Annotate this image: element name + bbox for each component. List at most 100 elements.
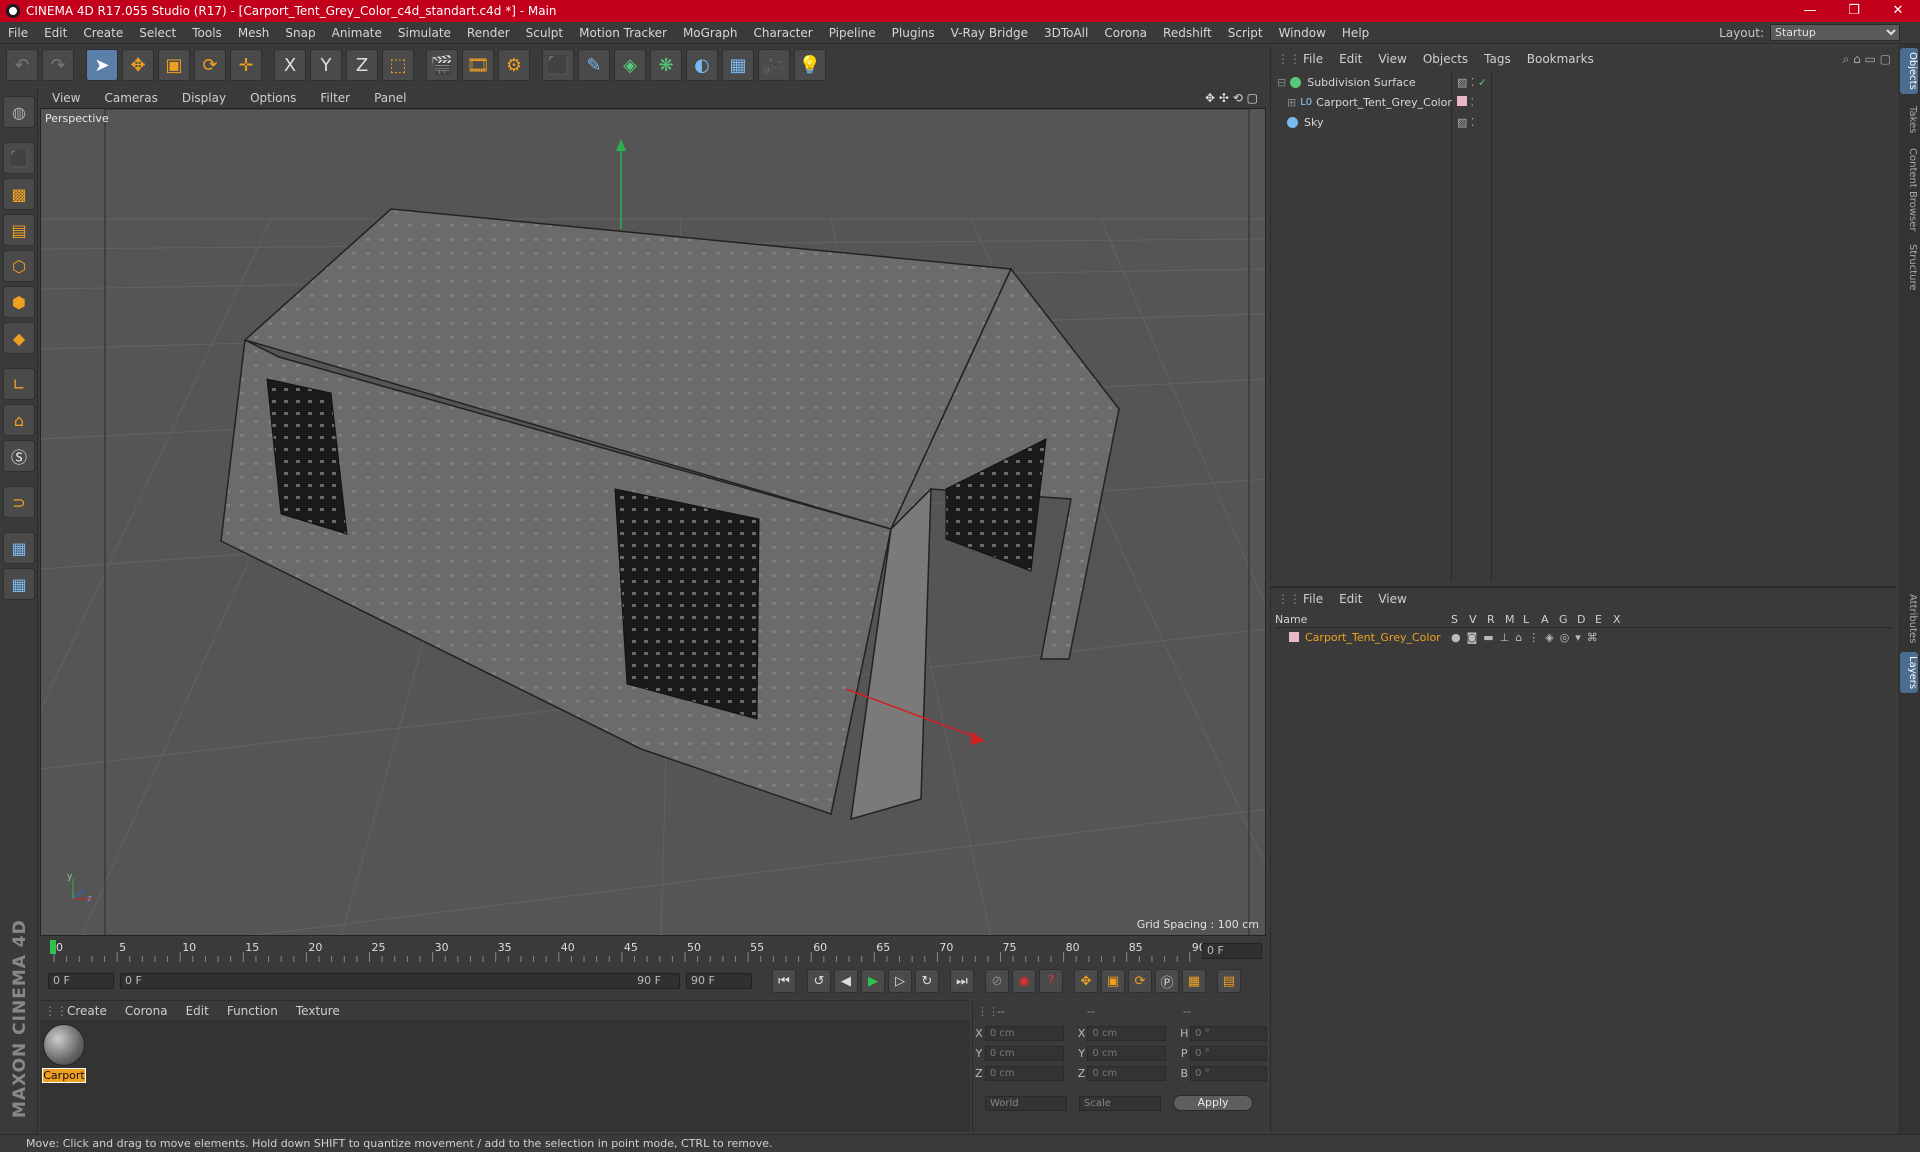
- light-icon[interactable]: 💡: [794, 49, 826, 81]
- menu-character[interactable]: Character: [745, 22, 820, 44]
- polygons-mode-icon[interactable]: ◆: [3, 322, 35, 354]
- panel-grip-icon[interactable]: ⋮⋮: [44, 1004, 68, 1018]
- menu-render[interactable]: Render: [459, 22, 518, 44]
- menu-pipeline[interactable]: Pipeline: [821, 22, 884, 44]
- layer-col-locked[interactable]: L: [1523, 613, 1541, 626]
- deformer-icon[interactable]: ◐: [686, 49, 718, 81]
- menu-help[interactable]: Help: [1334, 22, 1377, 44]
- coord-rot-h-field[interactable]: 0 °: [1190, 1025, 1267, 1041]
- menu-vray-bridge[interactable]: V-Ray Bridge: [943, 22, 1036, 44]
- key-scale-icon[interactable]: ▣: [1101, 969, 1125, 993]
- tab-content-browser[interactable]: Content Browser: [1900, 144, 1918, 235]
- menu-edit[interactable]: Edit: [36, 22, 75, 44]
- material-tag-icon[interactable]: ⁚: [1457, 95, 1474, 109]
- layer-col-view[interactable]: V: [1469, 613, 1487, 626]
- viewport-menu-display[interactable]: Display: [170, 91, 238, 105]
- layer-col-expressions[interactable]: E: [1595, 613, 1613, 626]
- layer-col-render[interactable]: R: [1487, 613, 1505, 626]
- keyframe-selection-icon[interactable]: ?: [1039, 969, 1063, 993]
- viewport-menu-cameras[interactable]: Cameras: [92, 91, 169, 105]
- undo-icon[interactable]: ↶: [6, 49, 38, 81]
- menu-motion-tracker[interactable]: Motion Tracker: [571, 22, 675, 44]
- subdivision-icon[interactable]: ◈: [614, 49, 646, 81]
- menu-corona[interactable]: Corona: [1096, 22, 1155, 44]
- start-frame-field[interactable]: 0 F: [48, 973, 114, 989]
- viewport-menu-view[interactable]: View: [40, 91, 92, 105]
- menu-plugins[interactable]: Plugins: [884, 22, 943, 44]
- menu-simulate[interactable]: Simulate: [390, 22, 459, 44]
- axis-mode-icon[interactable]: ∟: [3, 368, 35, 400]
- menu-snap[interactable]: Snap: [277, 22, 323, 44]
- timeline-window-icon[interactable]: ▤: [1217, 969, 1241, 993]
- y-axis-icon[interactable]: Y: [310, 49, 342, 81]
- render-view-icon[interactable]: 🎬: [426, 49, 458, 81]
- pen-icon[interactable]: ✎: [578, 49, 610, 81]
- expand-icon[interactable]: ⊞: [1287, 96, 1296, 109]
- menu-animate[interactable]: Animate: [324, 22, 390, 44]
- visibility-icons[interactable]: ▨ ⁚ ✓: [1457, 76, 1487, 89]
- object-menu-objects[interactable]: Objects: [1415, 52, 1476, 66]
- select-arrow-icon[interactable]: ➤: [86, 49, 118, 81]
- menu-sculpt[interactable]: Sculpt: [518, 22, 571, 44]
- previous-key-icon[interactable]: ↺: [807, 969, 831, 993]
- key-pla-icon[interactable]: ▦: [1182, 969, 1206, 993]
- texture-mode-icon[interactable]: ▩: [3, 178, 35, 210]
- object-menu-bookmarks[interactable]: Bookmarks: [1519, 52, 1602, 66]
- viewport-camera-label[interactable]: Perspective: [45, 112, 109, 125]
- tweak-mode-icon[interactable]: ⌂: [3, 404, 35, 436]
- menu-tools[interactable]: Tools: [184, 22, 230, 44]
- points-mode-icon[interactable]: ⬡: [3, 250, 35, 282]
- coord-size-y-field[interactable]: 0 cm: [1087, 1045, 1167, 1061]
- tree-row[interactable]: Sky ▨ ⁚: [1271, 112, 1897, 132]
- cloner-icon[interactable]: ❋: [650, 49, 682, 81]
- object-menu-tags[interactable]: Tags: [1476, 52, 1519, 66]
- viewport-menu-filter[interactable]: Filter: [308, 91, 362, 105]
- model-mode-icon[interactable]: ⬛: [3, 142, 35, 174]
- menu-select[interactable]: Select: [131, 22, 184, 44]
- coord-rot-p-field[interactable]: 0 °: [1190, 1045, 1267, 1061]
- previous-frame-icon[interactable]: ◀: [834, 969, 858, 993]
- floor-icon[interactable]: ▦: [722, 49, 754, 81]
- layer-col-animation[interactable]: A: [1541, 613, 1559, 626]
- layer-col-deformers[interactable]: D: [1577, 613, 1595, 626]
- next-frame-icon[interactable]: ▷: [888, 969, 912, 993]
- coordinate-system-icon[interactable]: ⬚: [382, 49, 414, 81]
- minimize-icon[interactable]: —: [1788, 0, 1832, 22]
- panel-grip-icon[interactable]: ⋮⋮: [1277, 592, 1301, 606]
- edges-mode-icon[interactable]: ⬢: [3, 286, 35, 318]
- close-icon[interactable]: ✕: [1876, 0, 1920, 22]
- timeline-ruler[interactable]: 0 5 10 15 20 25 30 35 40 45 50 55 60 65 …: [40, 938, 1266, 964]
- coord-size-x-field[interactable]: 0 cm: [1087, 1025, 1167, 1041]
- key-rotation-icon[interactable]: ⟳: [1128, 969, 1152, 993]
- layer-col-xref[interactable]: X: [1613, 613, 1631, 626]
- coord-size-z-field[interactable]: 0 cm: [1087, 1065, 1167, 1081]
- tree-row[interactable]: ⊞ L0 Carport_Tent_Grey_Color ⁚: [1271, 92, 1897, 112]
- collapse-icon[interactable]: ⊟: [1277, 76, 1286, 89]
- current-frame-field[interactable]: 0 F: [1202, 943, 1262, 959]
- layer-color-swatch[interactable]: [1289, 632, 1299, 642]
- layer-col-solo[interactable]: S: [1451, 613, 1469, 626]
- panel-grip-icon[interactable]: ⋮⋮: [1277, 52, 1301, 66]
- layout-select[interactable]: Startup: [1770, 24, 1900, 41]
- record-keys-icon[interactable]: ⊘: [985, 969, 1009, 993]
- autokey-icon[interactable]: ◉: [1012, 969, 1036, 993]
- menu-script[interactable]: Script: [1220, 22, 1271, 44]
- panel-grip-icon[interactable]: ⋮⋮: [977, 1005, 999, 1018]
- perspective-viewport[interactable]: y z Perspective Grid Spacing : 100 cm: [40, 108, 1266, 936]
- apply-button[interactable]: Apply: [1173, 1095, 1253, 1111]
- x-axis-icon[interactable]: X: [274, 49, 306, 81]
- material-menu-corona[interactable]: Corona: [116, 1004, 177, 1018]
- tab-attributes[interactable]: Attributes: [1900, 590, 1918, 647]
- menu-mesh[interactable]: Mesh: [230, 22, 278, 44]
- visibility-icons[interactable]: ▨ ⁚: [1457, 116, 1474, 129]
- layer-toggle-icons[interactable]: ●◙▬⊥⌂⋮◈◎▾⌘: [1451, 631, 1604, 644]
- coord-size-mode-select[interactable]: Scale: [1079, 1095, 1161, 1111]
- viewport-nav-icons[interactable]: ✥ ✣ ⟲ ▢: [1205, 91, 1258, 105]
- frame-range-slider[interactable]: 0 F 90 F: [120, 973, 680, 989]
- layer-col-name[interactable]: Name: [1275, 613, 1451, 626]
- menu-file[interactable]: File: [0, 22, 36, 44]
- menu-window[interactable]: Window: [1271, 22, 1334, 44]
- object-menu-edit[interactable]: Edit: [1331, 52, 1370, 66]
- maximize-icon[interactable]: ❐: [1832, 0, 1876, 22]
- play-icon[interactable]: ▶: [861, 969, 885, 993]
